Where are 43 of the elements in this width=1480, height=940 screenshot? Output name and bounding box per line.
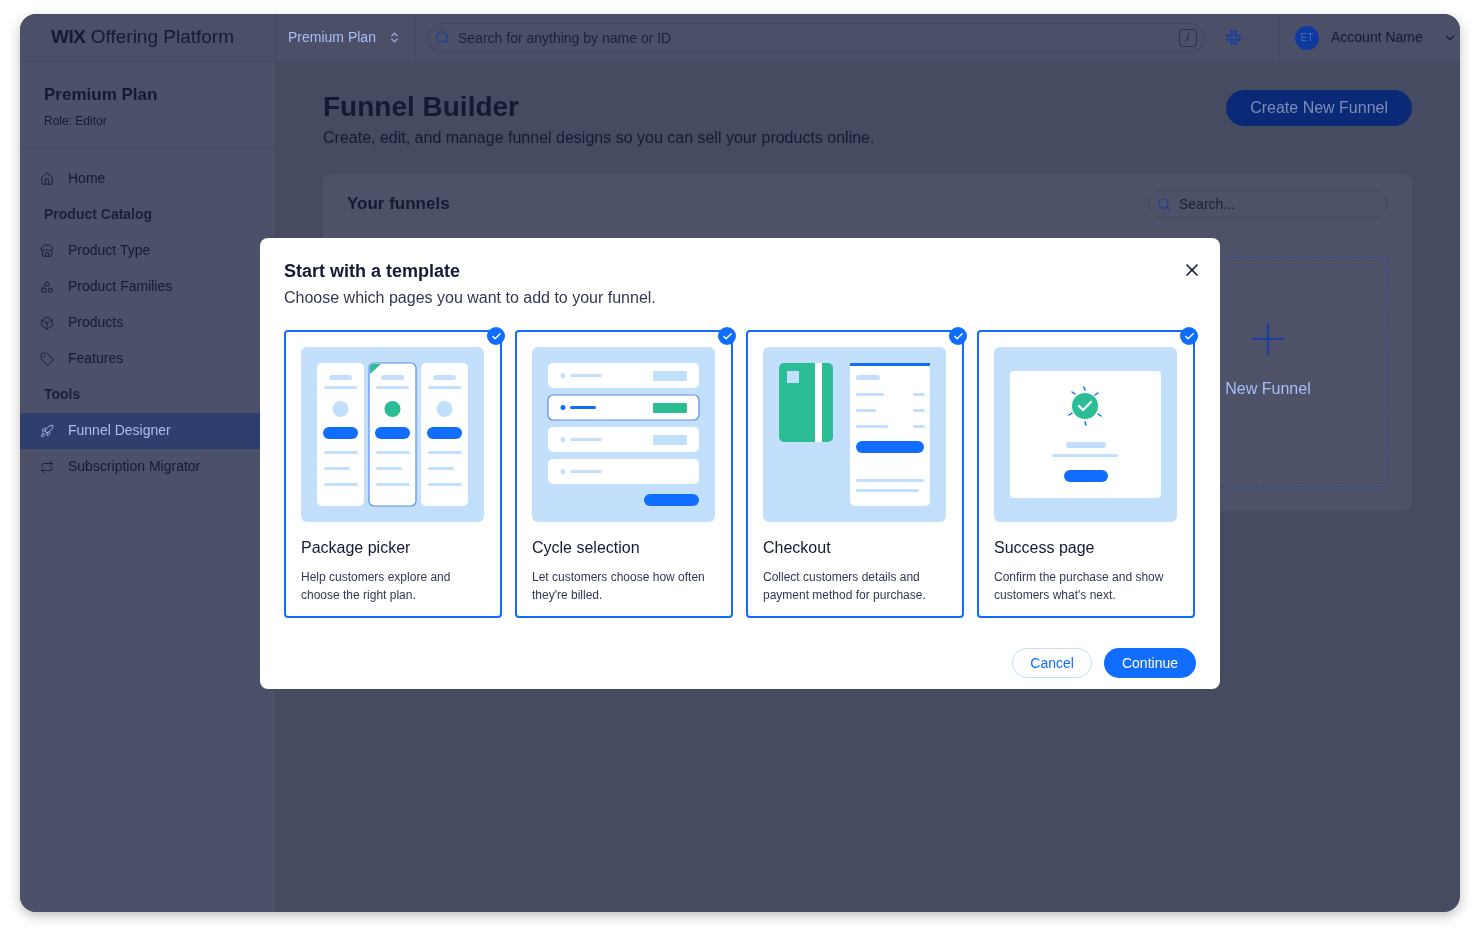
template-description: Help customers explore and choose the right plan. <box>301 569 452 604</box>
repeat-icon <box>40 459 54 474</box>
check-icon <box>718 327 736 345</box>
template-description: Confirm the purchase and show customers what's next. <box>994 569 1165 604</box>
sidebar-item[interactable]: Product Families <box>20 268 275 305</box>
home-icon <box>40 171 54 186</box>
sidebar-item[interactable]: Home <box>20 160 275 197</box>
create-funnel-button[interactable]: Create New Funnel <box>1226 90 1412 126</box>
store-icon <box>40 243 54 258</box>
shortcut-key: / <box>1179 28 1197 47</box>
template-card[interactable]: Cycle selection Let customers choose how often they're billed. <box>515 330 733 618</box>
template-card[interactable]: Success page Confirm the purchase and show customers what's next. <box>977 330 1195 618</box>
shapes-icon <box>40 279 54 294</box>
template-description: Collect customers details and payment method for purchase. <box>763 569 927 604</box>
dialog-subtitle: Choose which pages you want to add to your funnel. <box>284 288 656 308</box>
role-label: Role: Editor <box>44 112 108 130</box>
logo[interactable]: WIX Offering Platform <box>51 23 234 52</box>
rocket-icon <box>40 423 54 438</box>
template-title: Success page <box>994 538 1096 558</box>
slack-icon[interactable] <box>1225 29 1242 46</box>
panel-title: Your funnels <box>347 193 450 216</box>
template-title: Package picker <box>301 538 412 558</box>
sidebar-item[interactable]: Products <box>20 304 275 341</box>
plan-selector[interactable]: Premium Plan <box>276 14 415 61</box>
template-title: Cycle selection <box>532 538 641 558</box>
template-description: Let customers choose how often they're billed. <box>532 569 706 604</box>
tag-icon <box>40 351 54 366</box>
continue-button[interactable]: Continue <box>1103 648 1196 678</box>
sidebar-item[interactable]: Product Type <box>20 232 275 269</box>
template-title: Checkout <box>763 538 832 558</box>
sidebar-item[interactable]: Features <box>20 340 275 377</box>
template-card[interactable]: Package picker Help customers explore and choose the right plan. <box>284 330 502 618</box>
box-icon <box>40 315 54 330</box>
dialog-title: Start with a template <box>284 260 462 283</box>
check-icon <box>949 327 967 345</box>
avatar[interactable]: ET <box>1295 25 1319 50</box>
check-icon <box>1180 327 1198 345</box>
search-icon <box>435 29 450 45</box>
template-card[interactable]: Checkout Collect customers details and payment method for purchase. <box>746 330 964 618</box>
sidebar-item[interactable]: Subscription Migrator <box>20 448 275 485</box>
sidebar-title: Premium Plan <box>44 84 159 106</box>
check-icon <box>487 327 505 345</box>
search-icon <box>1157 197 1171 211</box>
